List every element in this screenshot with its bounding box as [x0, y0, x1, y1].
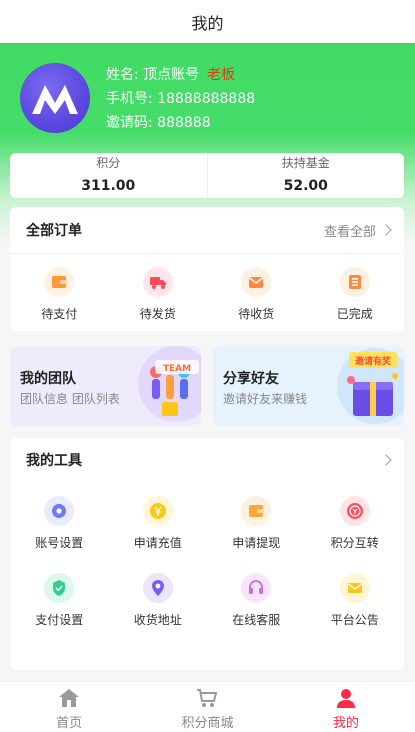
- item-label: 待支付: [41, 307, 78, 321]
- tab-points-mall[interactable]: 积分商城: [138, 682, 276, 732]
- share-friends-card[interactable]: 分享好友 邀请好友来赚钱 邀请有奖: [213, 346, 404, 426]
- user-icon: [336, 689, 355, 708]
- role-badge: 老板: [207, 67, 236, 83]
- tools-title: 我的工具: [26, 453, 82, 469]
- item-label: 积分互转: [330, 536, 379, 550]
- team-banner-text: TEAM: [163, 364, 191, 374]
- order-completed[interactable]: 已完成: [306, 267, 405, 322]
- tool-withdraw[interactable]: 申请提现: [207, 496, 306, 551]
- stat-label: 积分: [96, 156, 121, 170]
- gear-icon: [44, 496, 75, 526]
- tab-home[interactable]: 首页: [0, 682, 138, 732]
- tab-label: 积分商城: [181, 716, 234, 731]
- orders-header: 全部订单 查看全部: [10, 207, 404, 254]
- mail-icon: [241, 267, 272, 297]
- stat-points[interactable]: 积分 311.00: [10, 153, 207, 198]
- gift-banner-text: 邀请有奖: [355, 355, 392, 367]
- exchange-icon: [339, 496, 370, 526]
- order-pending-receipt[interactable]: 待收货: [207, 267, 306, 322]
- item-label: 支付设置: [35, 613, 84, 627]
- promo-subtitle: 团队信息 团队列表: [20, 392, 120, 406]
- promo-title: 我的团队: [20, 371, 76, 387]
- item-label: 在线客服: [232, 613, 281, 627]
- my-team-card[interactable]: 我的团队 团队信息 团队列表 TEAM: [10, 346, 201, 426]
- item-label: 申请提现: [232, 536, 281, 550]
- tools-row-2: 支付设置 收货地址 在线客服 平台公告: [10, 551, 404, 628]
- chevron-right-icon: [380, 454, 392, 466]
- tool-shipping-address[interactable]: 收货地址: [109, 573, 208, 628]
- tools-header[interactable]: 我的工具: [10, 438, 404, 482]
- location-pin-icon: [142, 573, 173, 603]
- avatar[interactable]: [20, 63, 90, 133]
- logo-mark-icon: [32, 85, 78, 114]
- tool-recharge[interactable]: 申请充值: [109, 496, 208, 551]
- tool-payment-settings[interactable]: 支付设置: [10, 573, 109, 628]
- item-label: 已完成: [336, 307, 373, 321]
- promo-subtitle: 邀请好友来赚钱: [223, 392, 308, 406]
- tab-mine[interactable]: 我的: [277, 682, 415, 732]
- stat-label: 扶持基金: [281, 156, 330, 170]
- stats-card: 积分 311.00 扶持基金 52.00: [10, 153, 404, 198]
- profile-phone: 手机号: 18888888888: [106, 91, 256, 107]
- item-label: 平台公告: [330, 613, 379, 627]
- tool-announcements[interactable]: 平台公告: [306, 573, 405, 628]
- order-status-row: 待支付 待发货 待收货 已完成: [10, 254, 404, 322]
- page-title: 我的: [191, 13, 224, 33]
- orders-card: 全部订单 查看全部 待支付 待发货 待收货 已完成: [10, 207, 404, 331]
- shield-check-icon: [44, 573, 75, 603]
- order-pending-shipment[interactable]: 待发货: [109, 267, 208, 322]
- orders-title: 全部订单: [26, 223, 82, 239]
- wallet-icon: [241, 496, 272, 526]
- tab-label: 我的: [332, 716, 359, 731]
- tools-row-1: 账号设置 申请充值 申请提现 积分互转: [10, 482, 404, 551]
- gift-illustration: 邀请有奖: [337, 348, 404, 424]
- profile-name-row: 姓名: 顶点账号 老板: [106, 64, 235, 84]
- stat-support-fund[interactable]: 扶持基金 52.00: [206, 153, 405, 198]
- item-label: 申请充值: [133, 536, 182, 550]
- headset-icon: [241, 573, 272, 603]
- profile-invite-code[interactable]: 邀请码: 888888: [106, 112, 211, 132]
- order-pending-payment[interactable]: 待支付: [10, 267, 109, 322]
- checklist-icon: [339, 267, 370, 297]
- wallet-icon: [44, 267, 75, 297]
- stat-value: 52.00: [283, 178, 328, 194]
- item-label: 收货地址: [133, 613, 182, 627]
- tool-points-transfer[interactable]: 积分互转: [306, 496, 405, 551]
- profile-name: 姓名: 顶点账号: [106, 67, 200, 83]
- tools-card: 我的工具 账号设置 申请充值 申请提现 积分互转 支付设置 收货地址 在线客服 …: [10, 438, 404, 670]
- view-all-label: 查看全部: [323, 224, 376, 240]
- promo-title: 分享好友: [223, 371, 279, 387]
- cart-icon: [197, 689, 218, 707]
- yen-icon: [142, 496, 173, 526]
- team-illustration: [138, 346, 201, 422]
- truck-icon: [142, 267, 173, 297]
- bottom-tab-bar: 首页 积分商城 我的: [0, 681, 415, 732]
- stat-value: 311.00: [81, 178, 136, 194]
- chevron-right-icon: [380, 224, 392, 236]
- team-banner: TEAM: [155, 360, 199, 374]
- top-bar: 我的: [0, 0, 415, 43]
- tool-account-settings[interactable]: 账号设置: [10, 496, 109, 551]
- tool-online-service[interactable]: 在线客服: [207, 573, 306, 628]
- tab-label: 首页: [56, 716, 83, 731]
- home-icon: [59, 689, 80, 707]
- item-label: 账号设置: [35, 536, 84, 550]
- item-label: 待发货: [139, 307, 176, 321]
- view-all-orders-link[interactable]: 查看全部: [323, 221, 392, 240]
- item-label: 待收货: [238, 307, 275, 321]
- envelope-icon: [339, 573, 370, 603]
